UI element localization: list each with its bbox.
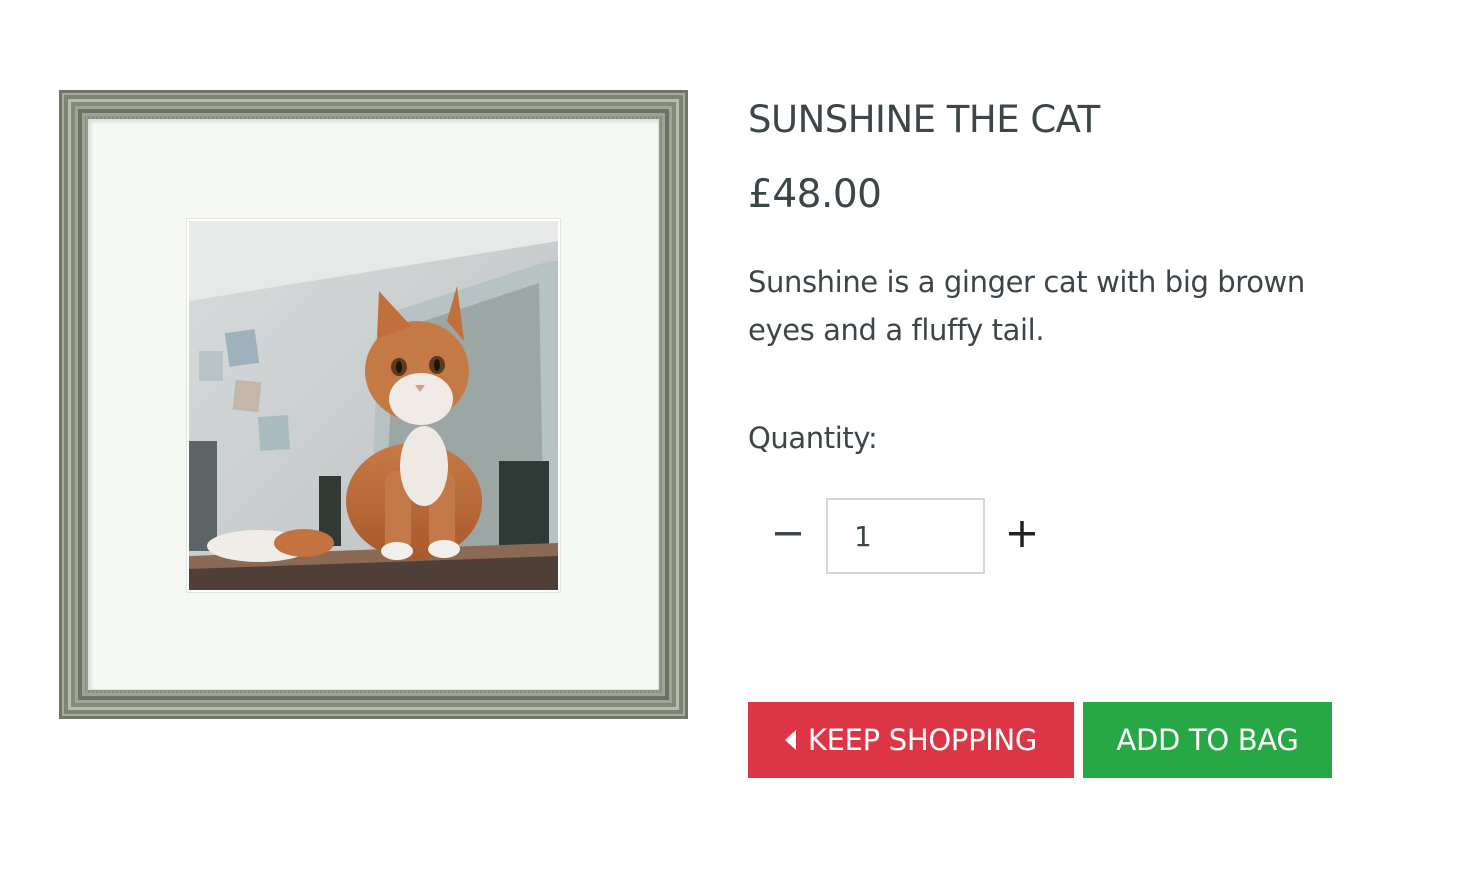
quantity-decrement-button[interactable] <box>764 510 812 558</box>
product-frame <box>59 90 688 719</box>
caret-left-icon <box>784 730 796 750</box>
add-to-bag-label: ADD TO BAG <box>1116 723 1299 757</box>
product-detail-page: SUNSHINE THE CAT £48.00 Sunshine is a gi… <box>0 0 1466 870</box>
cat-photo-illustration <box>189 221 558 590</box>
product-image <box>186 218 561 593</box>
add-to-bag-button[interactable]: ADD TO BAG <box>1083 702 1332 778</box>
quantity-input[interactable] <box>826 498 985 574</box>
product-description: Sunshine is a ginger cat with big brown … <box>748 265 1305 347</box>
quantity-increment-button[interactable] <box>998 510 1046 558</box>
frame-mat <box>88 119 659 690</box>
product-price: £48.00 <box>748 172 882 217</box>
quantity-label: Quantity: <box>748 421 878 455</box>
minus-icon <box>775 532 801 536</box>
keep-shopping-button[interactable]: KEEP SHOPPING <box>748 702 1074 778</box>
plus-icon <box>1009 521 1035 547</box>
keep-shopping-label: KEEP SHOPPING <box>807 723 1038 757</box>
product-title: SUNSHINE THE CAT <box>748 98 1100 141</box>
